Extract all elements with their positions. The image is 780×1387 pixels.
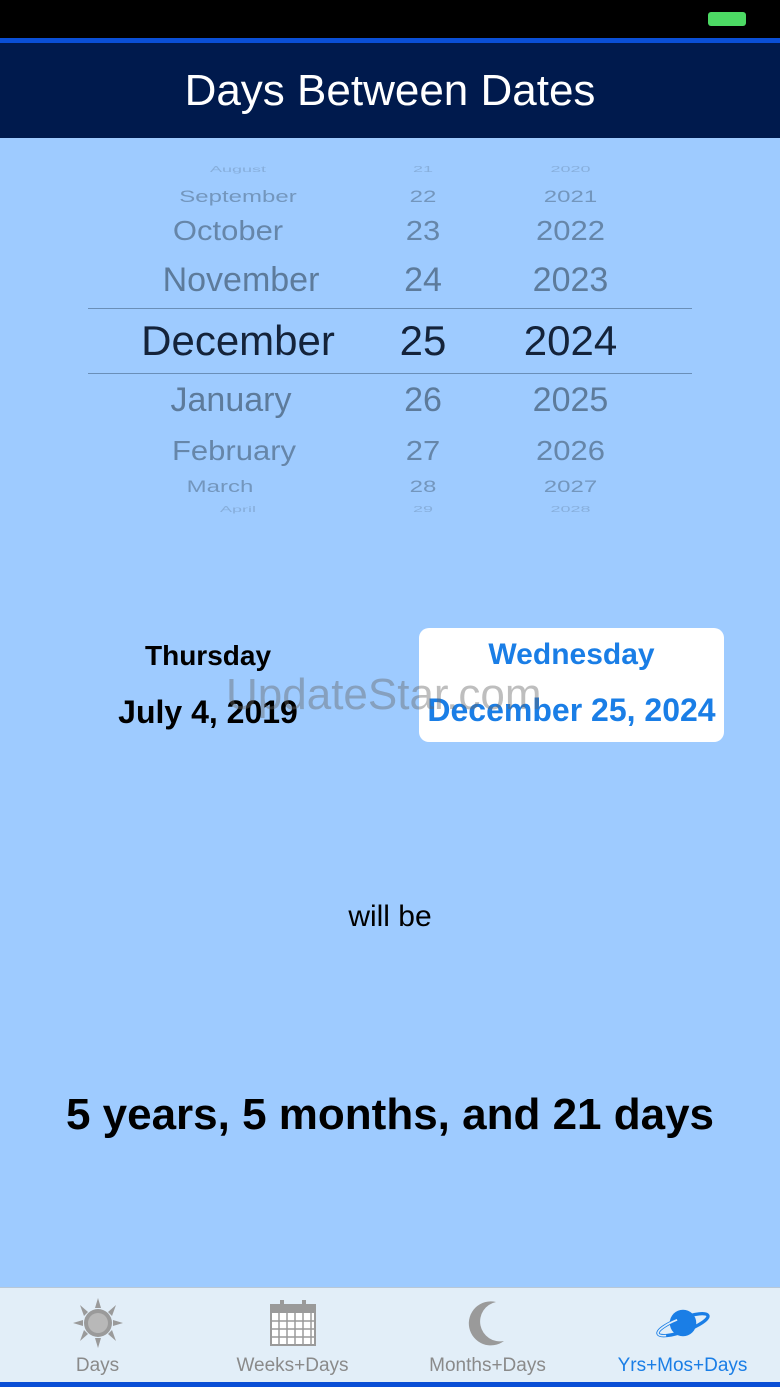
picker-day-item[interactable]: 26 <box>388 381 458 420</box>
tab-label: Months+Days <box>429 1355 546 1376</box>
picker-month-selected[interactable]: December <box>88 317 388 365</box>
moon-icon <box>459 1298 517 1348</box>
picker-year-item[interactable]: 2023 <box>488 261 653 300</box>
picker-year-item[interactable]: 2020 <box>488 165 653 174</box>
picker-year-item[interactable]: 2021 <box>488 187 653 207</box>
end-weekday: Wednesday <box>488 638 655 671</box>
picker-day-item[interactable]: 22 <box>388 187 458 207</box>
picker-day-selected[interactable]: 25 <box>388 317 458 365</box>
picker-day-item[interactable]: 23 <box>388 215 458 247</box>
date-picker[interactable]: August September October November Decemb… <box>88 165 692 514</box>
navigation-bar: Days Between Dates <box>0 38 780 138</box>
picker-year-item[interactable]: 2025 <box>488 381 653 420</box>
battery-icon <box>708 12 746 26</box>
picker-day-item[interactable]: 24 <box>388 261 458 300</box>
picker-year-item[interactable]: 2022 <box>488 215 653 247</box>
tab-months-days[interactable]: Months+Days <box>390 1288 585 1383</box>
status-bar <box>0 0 780 38</box>
result-text: 5 years, 5 months, and 21 days <box>65 1090 715 1139</box>
tab-label: Days <box>75 1355 120 1376</box>
picker-month-item[interactable]: September <box>88 187 388 207</box>
picker-day-item[interactable]: 21 <box>388 165 458 174</box>
picker-month-item[interactable]: March <box>52 477 388 497</box>
tab-label: Yrs+Mos+Days <box>617 1355 748 1376</box>
picker-day-item[interactable]: 27 <box>388 435 458 467</box>
picker-month-item[interactable]: April <box>88 505 388 514</box>
start-weekday: Thursday <box>144 640 272 671</box>
picker-month-item[interactable]: October <box>68 215 388 247</box>
picker-day-item[interactable]: 29 <box>388 505 458 514</box>
tab-label: Weeks+Days <box>236 1355 349 1376</box>
picker-month-item[interactable]: February <box>80 435 388 467</box>
picker-year-item[interactable]: 2026 <box>488 435 653 467</box>
will-be-label: will be <box>348 900 432 933</box>
picker-month-item[interactable]: August <box>88 165 388 174</box>
month-wheel[interactable]: August September October November Decemb… <box>88 165 388 514</box>
picker-year-item[interactable]: 2028 <box>488 505 653 514</box>
picker-year-selected[interactable]: 2024 <box>488 317 653 365</box>
tab-days[interactable]: Days <box>0 1288 195 1383</box>
day-wheel[interactable]: 21 22 23 24 25 26 27 28 29 <box>388 165 458 514</box>
tab-bar: Days Weeks+Days Months+Days Yrs+Mos+Days <box>0 1287 780 1387</box>
picker-month-item[interactable]: November <box>94 261 388 300</box>
watermark: UpdateStar.com <box>226 670 542 719</box>
picker-day-item[interactable]: 28 <box>388 477 458 497</box>
tab-yrs-mos-days[interactable]: Yrs+Mos+Days <box>585 1288 780 1383</box>
year-wheel[interactable]: 2020 2021 2022 2023 2024 2025 2026 2027 … <box>488 165 653 514</box>
calendar-icon <box>264 1298 322 1348</box>
picker-year-item[interactable]: 2027 <box>488 477 653 497</box>
page-title: Days Between Dates <box>184 65 596 115</box>
sun-icon <box>69 1298 127 1348</box>
tab-weeks-days[interactable]: Weeks+Days <box>195 1288 390 1383</box>
picker-month-item[interactable]: January <box>74 381 388 420</box>
planet-icon <box>654 1298 712 1348</box>
